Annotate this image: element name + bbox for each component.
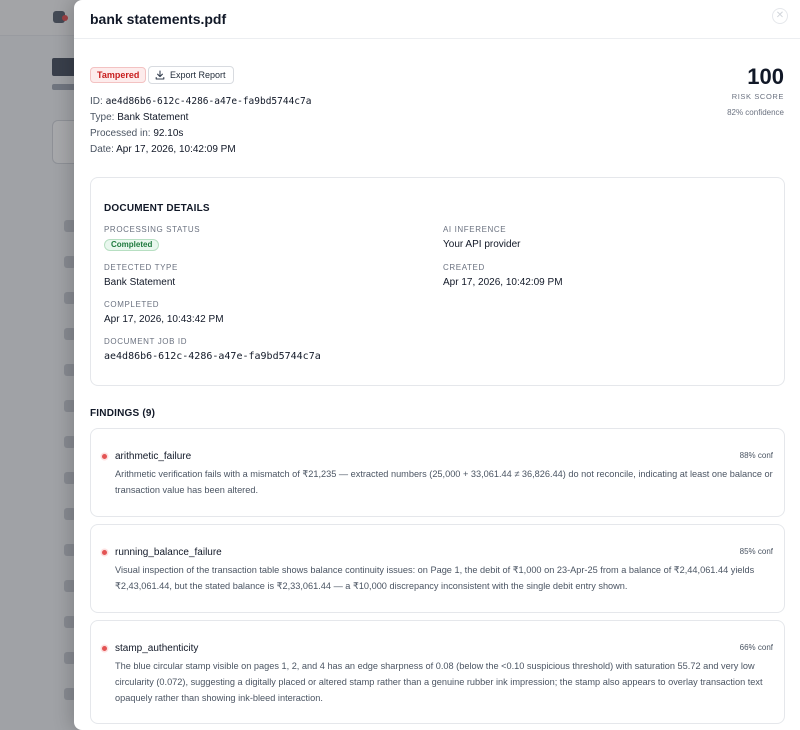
meta-id-value: ae4d86b6-612c-4286-a47e-fa9bd5744c7a [105,96,312,107]
drawer-header: bank statements.pdf ✕ [74,0,800,39]
severity-dot-icon [102,646,107,651]
document-details-card: DOCUMENT DETAILS PROCESSING STATUS Compl… [90,177,785,386]
processing-status-badge: Completed [104,239,160,251]
document-job-id-label: DOCUMENT JOB ID [104,337,188,346]
meta-type: Type: Bank Statement [90,112,188,123]
finding-name: running_balance_failure [115,547,222,558]
meta-type-value: Bank Statement [117,112,189,123]
close-icon[interactable]: ✕ [772,8,788,24]
finding-confidence: 66% conf [739,643,773,652]
created-value: Apr 17, 2026, 10:42:09 PM [443,277,563,288]
document-detail-drawer: bank statements.pdf ✕ Tampered Export Re… [74,0,800,730]
meta-id: ID: ae4d86b6-612c-4286-a47e-fa9bd5744c7a [90,96,311,107]
finding-description: Arithmetic verification fails with a mis… [115,469,773,495]
finding-confidence: 88% conf [739,451,773,460]
download-icon [155,70,165,80]
status-badge: Tampered [90,67,147,83]
risk-score-value: 100 [747,64,784,89]
meta-type-label: Type: [90,112,115,123]
finding-card[interactable]: running_balance_failure 85% conf Visual … [90,524,785,613]
document-details-title: DOCUMENT DETAILS [104,203,210,214]
finding-card[interactable]: stamp_authenticity 66% conf The blue cir… [90,620,785,724]
finding-name: stamp_authenticity [115,643,199,654]
findings-title: FINDINGS (9) [90,408,156,419]
severity-dot-icon [102,454,107,459]
created-label: CREATED [443,263,485,272]
detected-type-label: DETECTED TYPE [104,263,178,272]
risk-confidence: 82% confidence [727,108,784,117]
meta-processed: Processed in: 92.10s [90,128,183,139]
detected-type-value: Bank Statement [104,277,176,288]
finding-confidence: 85% conf [739,547,773,556]
export-report-button[interactable]: Export Report [148,66,234,84]
finding-card[interactable]: arithmetic_failure 88% conf Arithmetic v… [90,428,785,517]
finding-description: Visual inspection of the transaction tab… [115,565,755,591]
ai-inference-value: Your API provider [443,239,521,250]
finding-description: The blue circular stamp visible on pages… [115,661,763,703]
document-job-id-value: ae4d86b6-612c-4286-a47e-fa9bd5744c7a [104,351,321,362]
completed-value: Apr 17, 2026, 10:43:42 PM [104,314,224,325]
ai-inference-label: AI INFERENCE [443,225,507,234]
drawer-title: bank statements.pdf [90,11,227,27]
severity-dot-icon [102,550,107,555]
processing-status-label: PROCESSING STATUS [104,225,201,234]
meta-processed-label: Processed in: [90,128,151,139]
meta-date: Date: Apr 17, 2026, 10:42:09 PM [90,144,236,155]
finding-name: arithmetic_failure [115,451,192,462]
meta-processed-value: 92.10s [153,128,184,139]
meta-id-label: ID: [90,96,103,107]
completed-label: COMPLETED [104,300,160,309]
risk-score-block: 100 RISK SCORE 82% confidence [727,64,784,117]
export-report-label: Export Report [170,70,226,80]
meta-date-value: Apr 17, 2026, 10:42:09 PM [116,144,236,155]
meta-date-label: Date: [90,144,114,155]
risk-score-label: RISK SCORE [731,92,784,101]
